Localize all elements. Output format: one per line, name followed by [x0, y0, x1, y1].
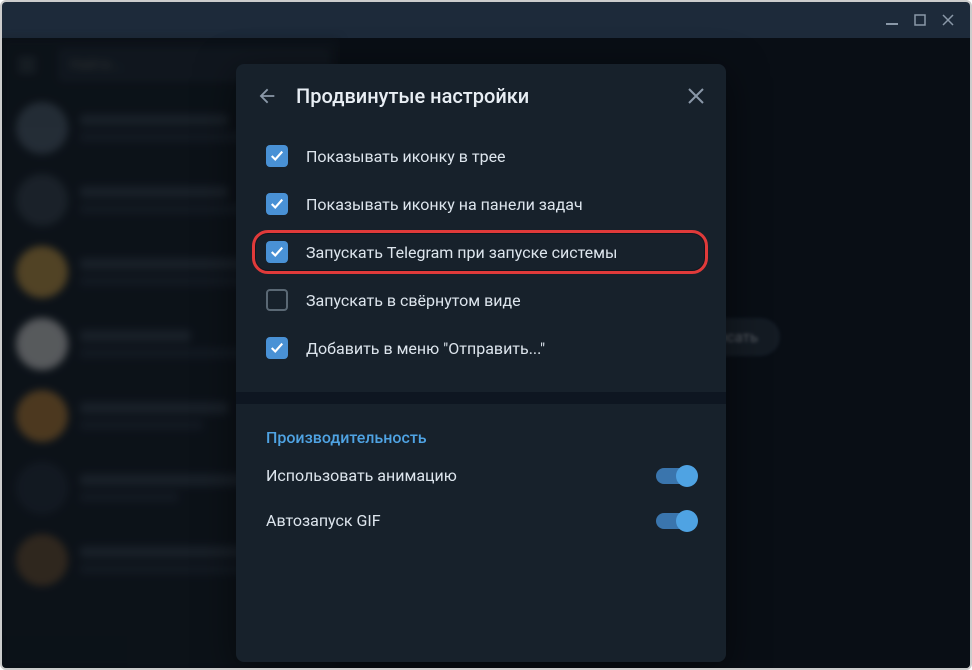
- option-label: Показывать иконку в трее: [306, 147, 696, 166]
- system-settings-group: Показывать иконку в трее Показывать икон…: [236, 128, 726, 392]
- option-label: Добавить в меню "Отправить...": [306, 339, 696, 358]
- toggle-on-icon: [656, 513, 696, 529]
- checkbox-checked-icon: [266, 145, 288, 167]
- dialog-header: Продвинутые настройки: [236, 64, 726, 128]
- dialog-close-button[interactable]: [686, 86, 706, 106]
- checkbox-unchecked-icon: [266, 289, 288, 311]
- tray-icon-option[interactable]: Показывать иконку в трее: [236, 132, 726, 180]
- window-close-button[interactable]: [934, 6, 962, 34]
- toggle-label: Автозапуск GIF: [266, 511, 381, 530]
- option-label: Запускать Telegram при запуске системы: [306, 243, 696, 262]
- dialog-title: Продвинутые настройки: [296, 84, 668, 108]
- launch-on-startup-option[interactable]: Запускать Telegram при запуске системы: [236, 228, 726, 276]
- app-window: аписать Продвинутые настройки Показывать…: [0, 0, 972, 670]
- performance-header: Производительность: [236, 408, 726, 453]
- back-button[interactable]: [256, 85, 278, 107]
- advanced-settings-dialog: Продвинутые настройки Показывать иконку …: [236, 64, 726, 662]
- checkbox-checked-icon: [266, 193, 288, 215]
- performance-group: Производительность Использовать анимацию…: [236, 404, 726, 563]
- dialog-content: Показывать иконку в трее Показывать икон…: [236, 128, 726, 662]
- window-minimize-button[interactable]: [878, 6, 906, 34]
- toggle-label: Использовать анимацию: [266, 466, 457, 485]
- animations-toggle-row[interactable]: Использовать анимацию: [236, 453, 726, 498]
- checkbox-checked-icon: [266, 241, 288, 263]
- launch-minimized-option[interactable]: Запускать в свёрнутом виде: [236, 276, 726, 324]
- autoplay-gif-toggle-row[interactable]: Автозапуск GIF: [236, 498, 726, 543]
- send-to-menu-option[interactable]: Добавить в меню "Отправить...": [236, 324, 726, 372]
- section-divider: [236, 392, 726, 404]
- window-titlebar: [2, 2, 970, 38]
- option-label: Показывать иконку на панели задач: [306, 195, 696, 214]
- toggle-on-icon: [656, 468, 696, 484]
- window-maximize-button[interactable]: [906, 6, 934, 34]
- option-label: Запускать в свёрнутом виде: [306, 291, 696, 310]
- checkbox-checked-icon: [266, 337, 288, 359]
- taskbar-icon-option[interactable]: Показывать иконку на панели задач: [236, 180, 726, 228]
